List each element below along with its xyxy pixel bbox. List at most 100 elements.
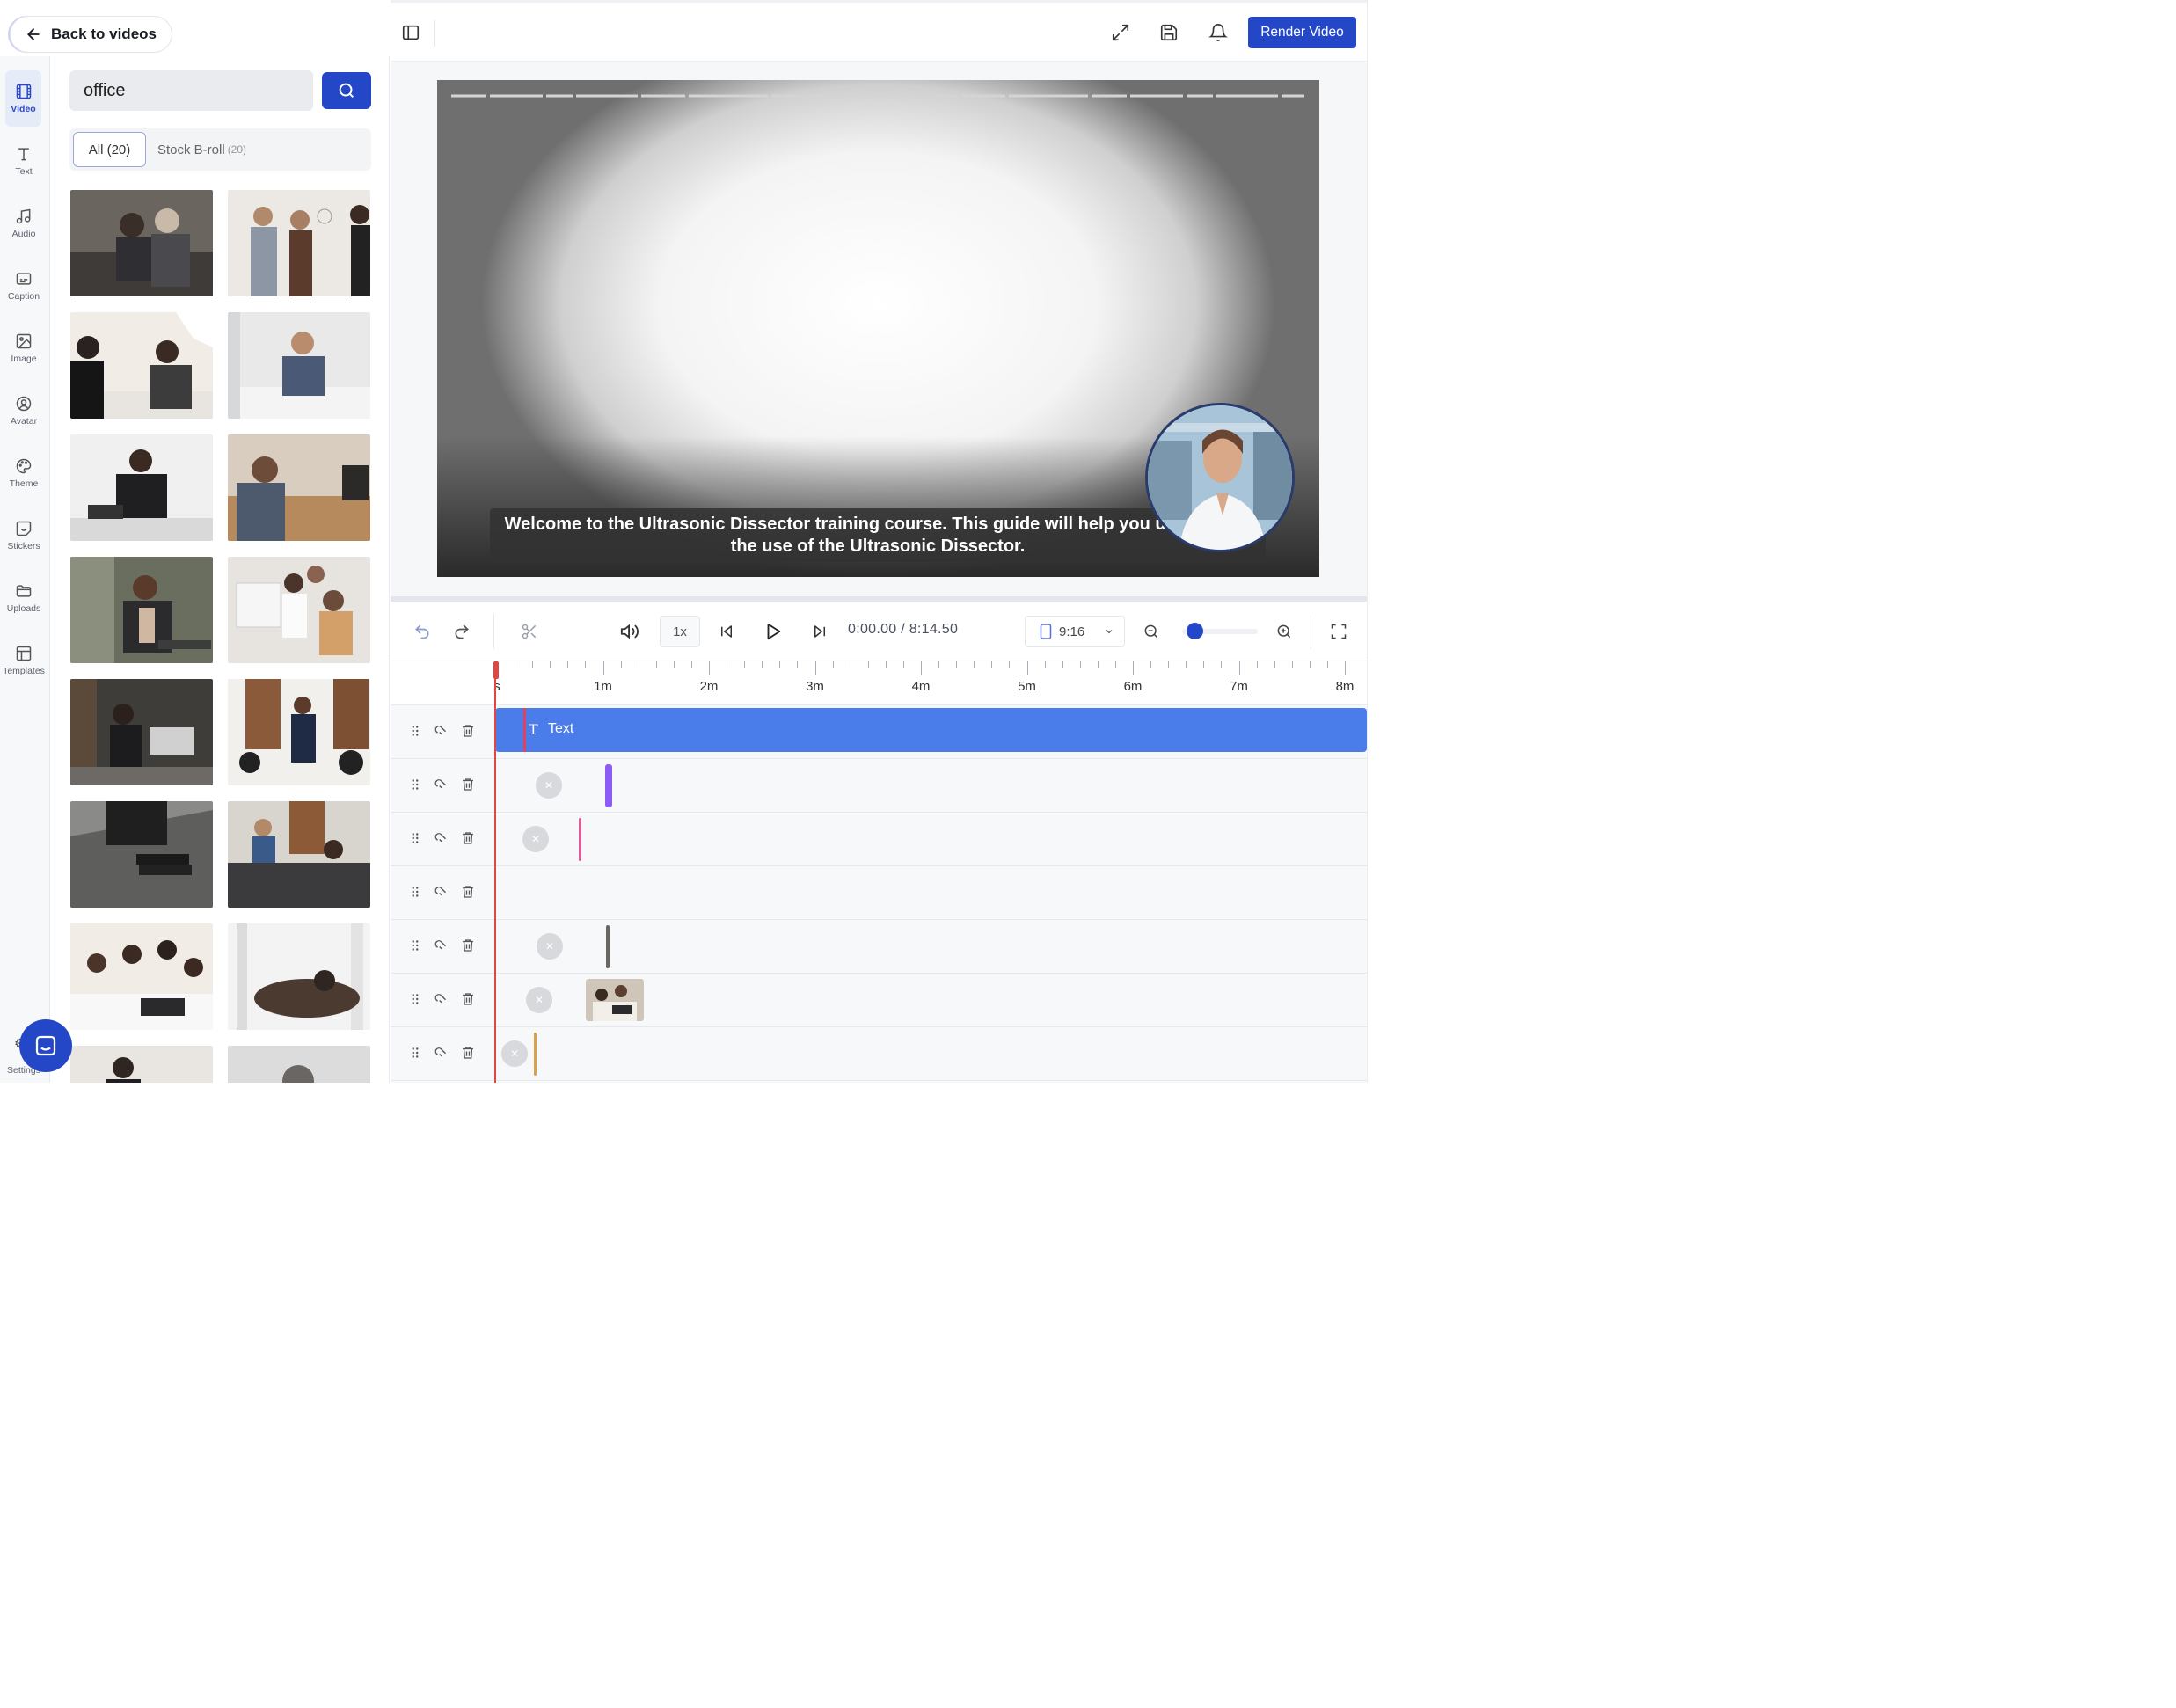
chat-support-button[interactable] [19,1019,72,1072]
rail-item-video[interactable]: Video [5,70,41,127]
caption-overlay[interactable]: Welcome to the Ultrasonic Dissector trai… [490,508,1266,562]
remove-clip-icon[interactable]: ✕ [522,826,549,852]
drag-handle-icon[interactable] [407,830,423,846]
ruler-label: 7m [1230,679,1248,694]
magnet-icon[interactable] [434,938,449,953]
save-icon[interactable] [1159,23,1179,42]
ruler-minor-tick [991,661,993,668]
bell-icon[interactable] [1208,23,1228,42]
video-preview[interactable]: Welcome to the Ultrasonic Dissector trai… [437,80,1319,577]
video-thumbnail[interactable] [70,679,213,785]
text-clip[interactable]: T Text [495,708,1367,752]
video-thumbnail[interactable] [70,923,213,1030]
video-thumbnail[interactable] [228,679,370,785]
video-thumbnail[interactable] [70,312,213,419]
drag-handle-icon[interactable] [407,723,423,739]
skip-back-icon [721,625,732,638]
rail-item-text[interactable]: Text [0,133,47,189]
video-thumbnail[interactable] [70,801,213,908]
trash-icon[interactable] [460,777,476,792]
back-to-videos-button[interactable]: Back to videos [10,16,172,53]
ruler-minor-tick [1097,661,1099,668]
video-thumbnail[interactable] [70,557,213,663]
rail-item-uploads[interactable]: Uploads [0,570,47,626]
video-thumbnail[interactable] [228,312,370,419]
video-thumbnail[interactable] [70,434,213,541]
avatar-bubble[interactable] [1145,403,1295,552]
rail-item-avatar[interactable]: Avatar [0,383,47,439]
playhead-handle[interactable] [493,661,499,679]
time-display: 0:00.00 / 8:14.50 [848,622,959,637]
video-thumbnail[interactable] [70,1046,213,1083]
redo-button[interactable] [451,621,472,642]
video-thumbnail[interactable] [228,190,370,296]
remove-clip-icon[interactable]: ✕ [501,1040,528,1067]
ruler-minor-tick [762,661,763,668]
remove-clip-icon[interactable]: ✕ [526,987,552,1013]
timeline-ruler[interactable]: s 1m 2m 3m 4m 5m 6m 7m 8m [391,661,1367,705]
rail-item-stickers[interactable]: Stickers [0,507,47,564]
magnet-icon[interactable] [434,723,449,739]
volume-button[interactable] [619,621,640,642]
drag-handle-icon[interactable] [407,938,423,953]
zoom-in-button[interactable] [1274,621,1295,642]
remove-clip-icon[interactable]: ✕ [536,772,562,799]
trash-icon[interactable] [460,830,476,846]
fit-timeline-button[interactable] [1328,621,1349,642]
skip-back-button[interactable] [716,621,737,642]
remove-clip-icon[interactable]: ✕ [537,933,563,960]
magnet-icon[interactable] [434,830,449,846]
zoom-slider-knob[interactable] [1187,623,1203,639]
magnet-icon[interactable] [434,1045,449,1061]
tab-stock-broll[interactable]: Stock B-roll (20) [157,132,246,167]
video-thumbnail[interactable] [228,557,370,663]
drag-handle-icon[interactable] [407,991,423,1007]
magnet-icon[interactable] [434,991,449,1007]
zoom-out-button[interactable] [1141,621,1162,642]
video-thumbnail[interactable] [228,801,370,908]
playhead[interactable] [494,661,496,1083]
aspect-ratio-select[interactable]: 9:16 [1025,616,1125,647]
audio-clip[interactable] [605,764,612,807]
timeline-track: ✕ [391,920,1367,974]
aspect-ratio-value: 9:16 [1059,624,1085,639]
sidebar-toggle-icon[interactable] [401,23,420,42]
image-clip[interactable] [606,925,610,968]
ruler-minor-tick [885,661,887,668]
magnet-icon[interactable] [434,777,449,792]
video-thumbnail[interactable] [228,1046,370,1083]
rail-item-audio[interactable]: Audio [0,195,47,252]
trash-icon[interactable] [460,723,476,739]
video-thumbnail[interactable] [228,434,370,541]
play-button[interactable] [763,621,784,642]
drag-handle-icon[interactable] [407,777,423,792]
ruler-minor-tick [1221,661,1223,668]
trash-icon[interactable] [460,991,476,1007]
trash-icon[interactable] [460,884,476,900]
rail-item-caption[interactable]: Caption [0,258,47,314]
sticker-clip[interactable] [534,1033,537,1076]
magnet-icon[interactable] [434,884,449,900]
tab-all[interactable]: All (20) [73,132,146,167]
rail-item-templates[interactable]: Templates [0,632,47,689]
drag-handle-icon[interactable] [407,884,423,900]
caption-clip[interactable] [579,818,581,861]
drag-handle-icon[interactable] [407,1045,423,1061]
zoom-in-icon [1277,624,1291,639]
video-clip[interactable] [586,979,644,1021]
split-button[interactable] [519,621,540,642]
search-input[interactable] [69,70,313,111]
video-thumbnail[interactable] [228,923,370,1030]
playback-speed-button[interactable]: 1x [660,616,700,647]
expand-icon[interactable] [1111,23,1130,42]
undo-button[interactable] [412,621,433,642]
trash-icon[interactable] [460,1045,476,1061]
rail-item-theme[interactable]: Theme [0,445,47,501]
video-thumbnail[interactable] [70,190,213,296]
skip-forward-button[interactable] [809,621,830,642]
trash-icon[interactable] [460,938,476,953]
search-button[interactable] [322,72,371,109]
render-video-button[interactable]: Render Video [1248,17,1356,48]
rail-label-avatar: Avatar [10,416,38,427]
rail-item-image[interactable]: Image [0,320,47,376]
